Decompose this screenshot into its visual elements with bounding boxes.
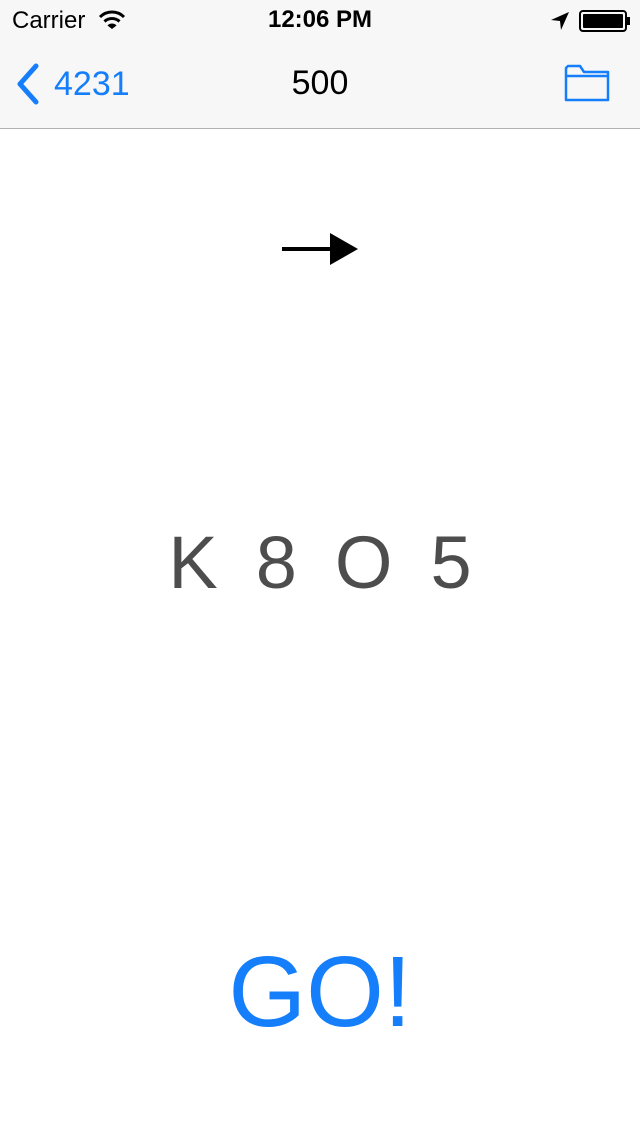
navigation-bar: 4231 500 [0,40,640,128]
stimulus-char: 8 [255,521,297,604]
stimulus-characters: K8O5 [0,520,640,605]
page-title: 500 [291,64,349,102]
status-time: 12:06 PM [267,6,373,33]
stimulus-char: K [168,521,218,604]
battery-icon [579,10,630,32]
folder-icon[interactable] [564,62,610,102]
stimulus-char: O [334,521,393,604]
go-button[interactable]: GO! [0,935,640,1050]
stimulus-char: 5 [430,521,472,604]
arrow-right-icon [282,233,358,265]
status-bar: Carrier 12:06 PM [0,0,640,40]
location-arrow-icon [551,12,569,30]
top-bar: Carrier 12:06 PM 4231 500 [0,0,640,129]
